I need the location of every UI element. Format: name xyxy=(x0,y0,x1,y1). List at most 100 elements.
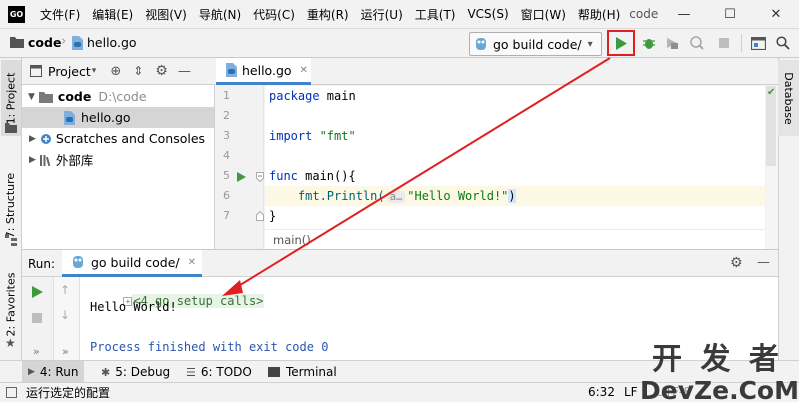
collapse-all-icon[interactable]: ⇕ xyxy=(133,64,143,78)
breadcrumb-project[interactable]: code xyxy=(28,35,61,50)
toolbar-divider xyxy=(741,34,742,52)
go-gopher-icon xyxy=(475,37,487,51)
code-line-6: fmt.Println(a… "Hello World!") xyxy=(269,186,516,206)
close-tab-icon[interactable]: ✕ xyxy=(300,65,308,76)
tree-item-external-libraries[interactable]: ▶ 外部库 xyxy=(22,149,214,170)
run-tab[interactable]: go build code/ ✕ xyxy=(62,250,202,277)
go-gopher-icon xyxy=(72,255,84,269)
tree-item-code[interactable]: ▼ code D:\code xyxy=(22,86,214,107)
code-line-5: func main(){ xyxy=(269,166,356,186)
function-breadcrumb[interactable]: main() xyxy=(273,233,311,247)
line-number: 1 xyxy=(223,89,230,102)
editor-scrollbar[interactable]: ✔ xyxy=(766,86,778,249)
favorites-tool-tab[interactable]: 2: Favorites xyxy=(1,272,21,336)
project-view-title[interactable]: Project xyxy=(48,64,91,79)
folder-icon xyxy=(38,91,53,103)
breadcrumb-file[interactable]: hello.go xyxy=(87,35,137,50)
settings-gear-icon[interactable]: ⚙ xyxy=(730,255,743,271)
menu-refactor[interactable]: 重构(R) xyxy=(307,6,349,23)
code-text: main xyxy=(319,89,356,103)
hide-panel-icon[interactable]: — xyxy=(757,255,770,270)
run-button[interactable] xyxy=(607,30,635,56)
code-line-7: } xyxy=(269,206,276,226)
keyword: func xyxy=(269,169,298,183)
arrow-up-icon[interactable]: ↑ xyxy=(60,283,70,297)
fold-icon[interactable] xyxy=(256,171,264,183)
menu-edit[interactable]: 编辑(E) xyxy=(92,6,133,23)
line-number: 3 xyxy=(223,129,230,142)
status-panel-icon[interactable] xyxy=(6,387,17,398)
rerun-icon[interactable] xyxy=(32,286,43,301)
close-button[interactable]: ✕ xyxy=(753,0,799,28)
debug-icon[interactable] xyxy=(641,35,657,51)
parameter-hint: a… xyxy=(386,191,406,203)
menu-code[interactable]: 代码(C) xyxy=(253,6,295,23)
list-icon: ☰ xyxy=(186,365,196,379)
run-configuration-label: go build code/ xyxy=(493,36,582,52)
line-number: 2 xyxy=(223,109,230,122)
console-output-line: Hello World! xyxy=(90,300,177,314)
search-icon[interactable] xyxy=(775,35,791,51)
todo-tool-tab[interactable]: ☰ 6: TODO xyxy=(186,361,252,383)
run-tab-label: go build code/ xyxy=(91,254,180,270)
code-text: } xyxy=(269,209,277,223)
status-message: 运行选定的配置 xyxy=(26,386,111,400)
profile-icon[interactable] xyxy=(689,35,705,51)
go-file-icon xyxy=(72,36,83,50)
debug-tool-tab[interactable]: ✱ 5: Debug xyxy=(101,361,170,383)
run-with-coverage-icon[interactable] xyxy=(664,35,680,51)
library-icon xyxy=(39,154,52,166)
maximize-button[interactable]: ☐ xyxy=(707,0,753,28)
run-panel-header: Run: go build code/ ✕ ⚙ — xyxy=(22,250,778,277)
menu-navigate[interactable]: 导航(N) xyxy=(199,6,241,23)
code-editor[interactable]: package main import "fmt" func main(){ f… xyxy=(265,86,765,249)
menu-view[interactable]: 视图(V) xyxy=(145,6,187,23)
tree-item-code-path: D:\code xyxy=(98,89,147,104)
run-tool-tab[interactable]: ▶ 4: Run xyxy=(22,361,84,383)
keyword: import xyxy=(269,129,313,143)
menu-file[interactable]: 文件(F) xyxy=(40,6,80,23)
line-separator[interactable]: LF xyxy=(624,385,638,399)
tree-item-external-libraries-name: 外部库 xyxy=(55,153,94,168)
terminal-tool-tab-label: Terminal xyxy=(286,365,337,379)
cursor-position[interactable]: 6:32 xyxy=(588,385,615,399)
menu-window[interactable]: 窗口(W) xyxy=(521,6,566,23)
hide-panel-icon[interactable]: — xyxy=(178,64,191,79)
checkmark-icon: ✔ xyxy=(767,87,776,98)
more-actions-icon[interactable]: » xyxy=(33,345,40,358)
code-text: main(){ xyxy=(297,169,356,183)
stop-icon[interactable] xyxy=(716,35,732,51)
terminal-tool-tab[interactable]: Terminal xyxy=(268,361,337,383)
tree-item-code-name: code xyxy=(57,89,92,104)
chevron-down-icon[interactable]: ▾ xyxy=(92,66,97,76)
scrollbar-thumb[interactable] xyxy=(766,86,776,166)
more-actions-icon[interactable]: » xyxy=(62,345,69,358)
fold-icon[interactable] xyxy=(256,210,264,221)
watermark-bottom: DevZe.CoM xyxy=(640,376,799,402)
play-icon: ▶ xyxy=(28,367,35,377)
minimize-button[interactable]: — xyxy=(661,0,707,28)
run-configuration-dropdown[interactable]: go build code/ ▾ xyxy=(469,32,602,56)
menu-run[interactable]: 运行(U) xyxy=(361,6,403,23)
run-tool-tab-label: 4: Run xyxy=(39,365,79,379)
menu-help[interactable]: 帮助(H) xyxy=(578,6,620,23)
locate-file-icon[interactable]: ⊕ xyxy=(110,64,121,79)
settings-gear-icon[interactable]: ⚙ xyxy=(155,63,168,79)
close-tab-icon[interactable]: ✕ xyxy=(188,257,196,268)
run-gutter-icon[interactable] xyxy=(237,171,246,185)
tree-item-hello-go[interactable]: hello.go xyxy=(22,107,214,128)
database-tool-tab[interactable]: Database xyxy=(778,60,799,136)
debug-icon: ✱ xyxy=(101,365,111,379)
editor-tab-hello-go[interactable]: hello.go ✕ xyxy=(216,58,311,85)
stop-icon[interactable] xyxy=(31,312,43,327)
folder-icon xyxy=(10,36,24,48)
project-structure-icon[interactable] xyxy=(750,35,766,51)
structure-tool-tab[interactable]: 7: Structure xyxy=(1,170,21,240)
tree-item-scratches[interactable]: ▶ Scratches and Consoles xyxy=(22,128,214,149)
arrow-down-icon[interactable]: ↓ xyxy=(60,308,70,322)
watermark-top: 开 发 者 xyxy=(652,342,783,377)
breadcrumb-separator-icon: › xyxy=(61,34,67,49)
menu-vcs[interactable]: VCS(S) xyxy=(467,7,508,21)
menu-tools[interactable]: 工具(T) xyxy=(415,6,456,23)
run-actions-toolbar: » xyxy=(22,277,54,361)
